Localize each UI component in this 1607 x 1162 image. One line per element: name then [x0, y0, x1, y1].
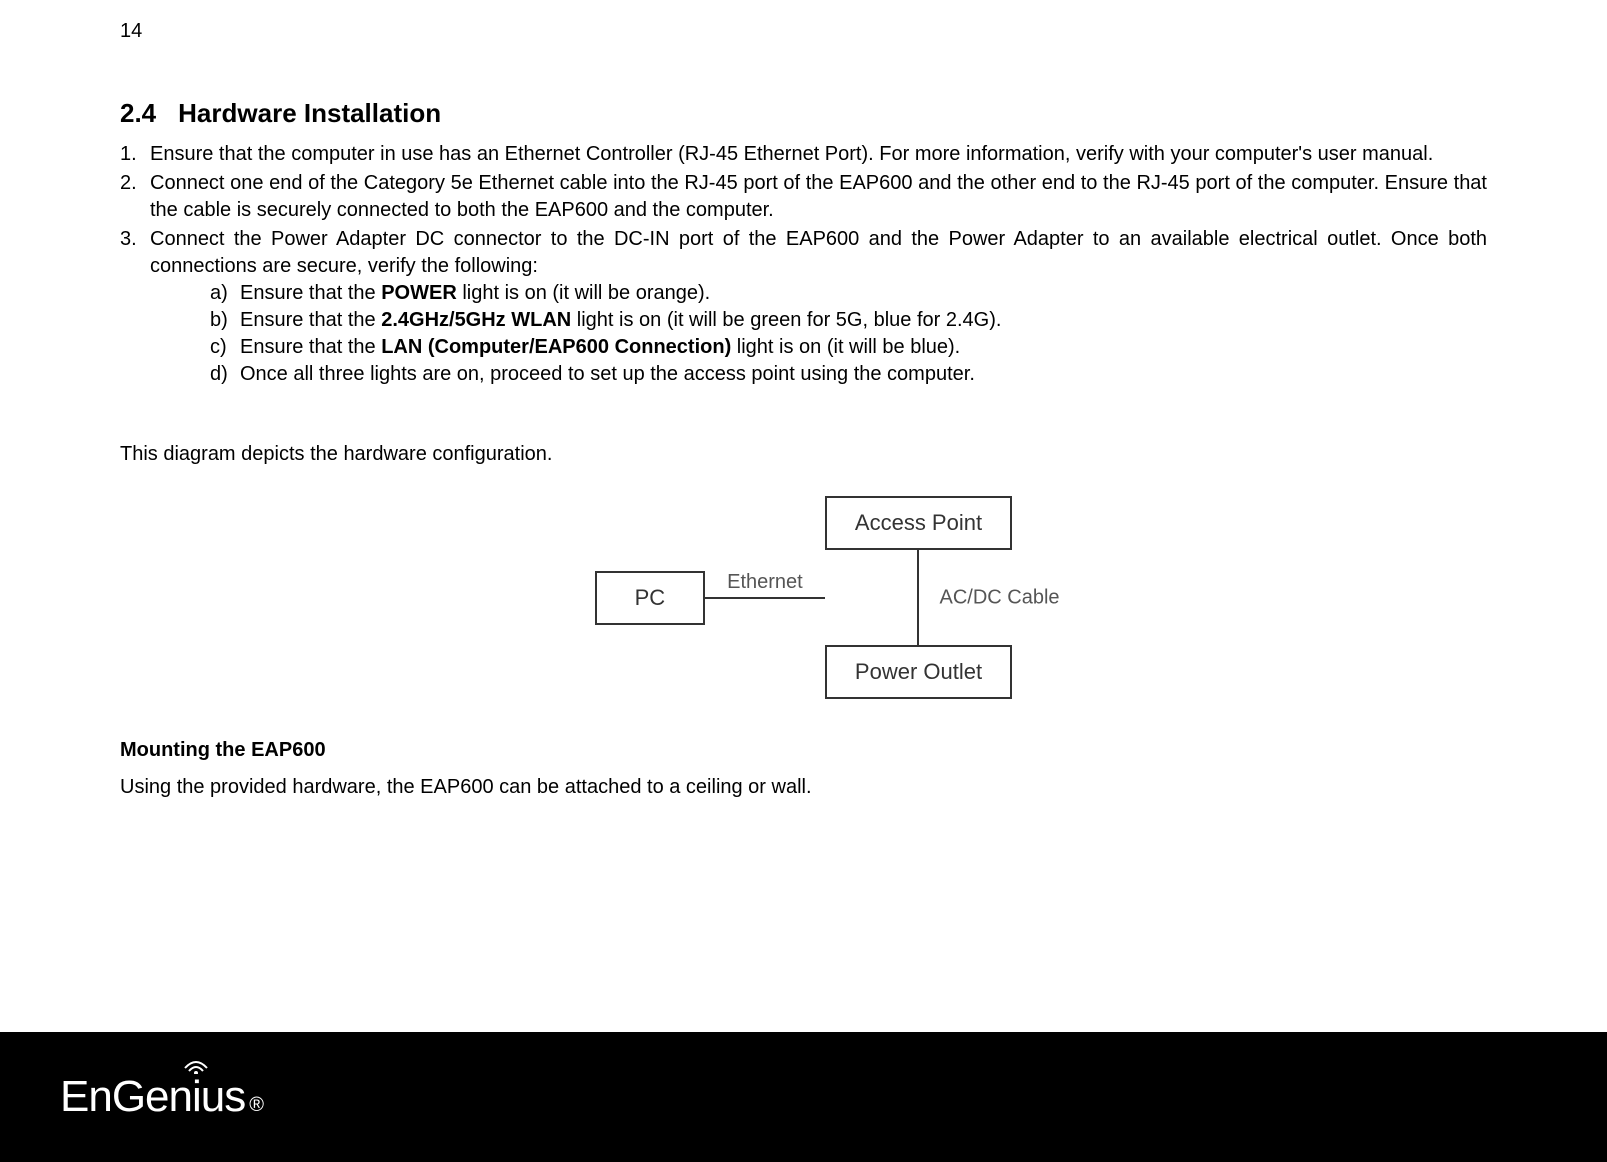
- section-heading: 2.4 Hardware Installation: [120, 98, 1487, 129]
- page-number: 14: [120, 20, 1487, 43]
- wifi-icon: [183, 1054, 209, 1074]
- section-number: 2.4: [120, 98, 156, 129]
- list-item: Ensure that the computer in use has an E…: [120, 141, 1487, 168]
- step-text: Ensure that the computer in use has an E…: [150, 143, 1433, 165]
- diagram-connector-ethernet: Ethernet: [705, 597, 825, 599]
- list-item: Ensure that the 2.4GHz/5GHz WLAN light i…: [210, 307, 1487, 334]
- step-text: Connect one end of the Category 5e Ether…: [150, 172, 1487, 221]
- mounting-text: Using the provided hardware, the EAP600 …: [120, 776, 1487, 799]
- substep-list: Ensure that the POWER light is on (it wi…: [150, 280, 1487, 388]
- diagram-connector-acdc: AC/DC Cable: [917, 550, 919, 645]
- section-title: Hardware Installation: [178, 98, 441, 128]
- diagram-box-access-point: Access Point: [825, 496, 1012, 550]
- footer: EnGenius®: [0, 1032, 1607, 1162]
- mounting-heading: Mounting the EAP600: [120, 739, 1487, 762]
- list-item: Ensure that the LAN (Computer/EAP600 Con…: [210, 334, 1487, 361]
- diagram-caption: This diagram depicts the hardware config…: [120, 443, 1487, 466]
- step-text: Connect the Power Adapter DC connector t…: [150, 228, 1487, 277]
- list-item: Once all three lights are on, proceed to…: [210, 361, 1487, 388]
- diagram-box-pc: PC: [595, 571, 705, 625]
- list-item: Connect the Power Adapter DC connector t…: [120, 226, 1487, 388]
- diagram-label-acdc: AC/DC Cable: [939, 586, 1059, 609]
- diagram-box-power-outlet: Power Outlet: [825, 645, 1012, 699]
- list-item: Connect one end of the Category 5e Ether…: [120, 170, 1487, 224]
- diagram: PC Ethernet Access Point AC/DC Cable Pow…: [120, 496, 1487, 699]
- instruction-list: Ensure that the computer in use has an E…: [120, 141, 1487, 388]
- list-item: Ensure that the POWER light is on (it wi…: [210, 280, 1487, 307]
- brand-logo: EnGenius®: [60, 1072, 263, 1122]
- diagram-label-ethernet: Ethernet: [727, 571, 803, 594]
